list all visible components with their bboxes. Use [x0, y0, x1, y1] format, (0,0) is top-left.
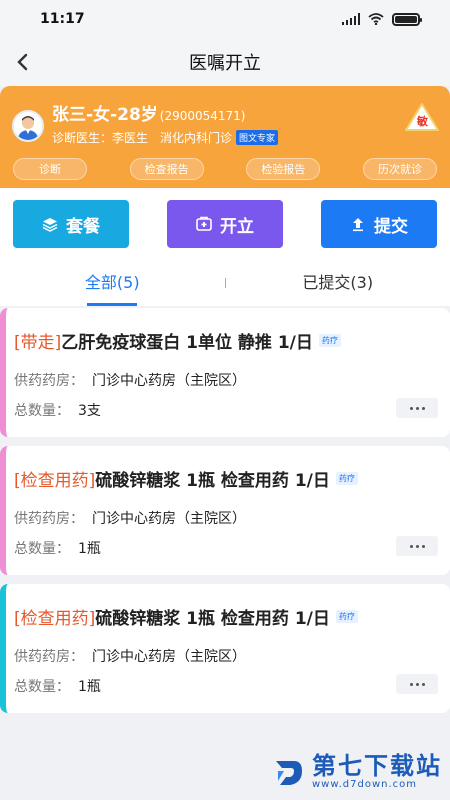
- quantity-row: 总数量： 3支: [14, 400, 101, 420]
- back-button[interactable]: [10, 50, 34, 74]
- pharmacy-label: 供药药房：: [14, 511, 84, 527]
- order-list: [带走] 乙肝免疫球蛋白 1单位 静推 1/日 药疗 供药药房： 门诊中心药房（主…: [0, 308, 450, 722]
- package-button[interactable]: 套餐: [13, 200, 129, 248]
- status-bar: 11:17: [0, 0, 450, 38]
- submit-button[interactable]: 提交: [321, 200, 437, 248]
- quantity-value: 3支: [78, 403, 101, 419]
- patient-name-text: 张三-女-28岁: [52, 105, 158, 125]
- create-label: 开立: [220, 216, 254, 237]
- status-icons: [342, 12, 422, 26]
- upload-icon: [353, 218, 363, 232]
- create-button[interactable]: 开立: [167, 200, 283, 248]
- submit-label: 提交: [374, 216, 408, 237]
- order-title: [检查用药] 硫酸锌糖浆 1瓶 检查用药 1/日 药疗: [14, 604, 358, 629]
- watermark-text: 第七下载站 www.d7down.com: [312, 753, 442, 790]
- doctor-info: 诊断医生：李医生: [52, 129, 148, 146]
- patient-info: 诊断医生：李医生 消化内科门诊 图文专家: [52, 129, 279, 146]
- quantity-label: 总数量：: [14, 541, 70, 557]
- medical-kit-icon: [196, 216, 212, 231]
- quantity-label: 总数量：: [14, 679, 70, 695]
- patient-name: 张三-女-28岁 (2900054171): [52, 100, 246, 125]
- order-card[interactable]: [检查用药] 硫酸锌糖浆 1瓶 检查用药 1/日 药疗 供药药房： 门诊中心药房（…: [0, 584, 450, 713]
- expert-badge: 图文专家: [236, 130, 279, 145]
- allergy-label: 敏: [417, 115, 428, 128]
- tab-submitted[interactable]: 已提交(3): [226, 260, 450, 306]
- order-card[interactable]: [带走] 乙肝免疫球蛋白 1单位 静推 1/日 药疗 供药药房： 门诊中心药房（主…: [0, 308, 450, 437]
- order-title: [带走] 乙肝免疫球蛋白 1单位 静推 1/日 药疗: [14, 328, 341, 353]
- more-button[interactable]: [396, 674, 438, 694]
- order-name: 硫酸锌糖浆 1瓶 检查用药 1/日: [95, 609, 330, 629]
- chevron-left-icon: [17, 53, 28, 71]
- site-logo-icon: [276, 760, 302, 785]
- status-time: 11:17: [40, 11, 85, 27]
- pharmacy-value: 门诊中心药房（主院区）: [92, 511, 246, 527]
- med-badge: 药疗: [335, 610, 358, 623]
- doctor-name: 李医生: [112, 131, 149, 145]
- pharmacy-row: 供药药房： 门诊中心药房（主院区）: [14, 370, 246, 390]
- more-dots-icon: [409, 682, 425, 686]
- doctor-avatar-icon: [18, 116, 38, 140]
- quantity-value: 1瓶: [78, 679, 101, 695]
- watermark-url: www.d7down.com: [312, 779, 418, 790]
- order-name: 乙肝免疫球蛋白 1单位 静推 1/日: [61, 333, 313, 353]
- quantity-row: 总数量： 1瓶: [14, 676, 101, 696]
- more-button[interactable]: [396, 536, 438, 556]
- order-card[interactable]: [检查用药] 硫酸锌糖浆 1瓶 检查用药 1/日 药疗 供药药房： 门诊中心药房（…: [0, 446, 450, 575]
- doctor-label: 诊断医生：: [52, 131, 113, 145]
- department: 消化内科门诊: [160, 131, 233, 145]
- more-dots-icon: [409, 406, 425, 410]
- order-tag: [带走]: [14, 333, 62, 353]
- med-badge: 药疗: [318, 334, 341, 347]
- quick-tabs: 诊断 检查报告 检验报告 历次就诊: [0, 158, 450, 180]
- battery-icon: [392, 12, 422, 26]
- filter-tabs: 全部(5) 已提交(3): [0, 260, 450, 306]
- layers-icon: [42, 218, 58, 232]
- pharmacy-value: 门诊中心药房（主院区）: [92, 373, 246, 389]
- quantity-row: 总数量： 1瓶: [14, 538, 101, 558]
- quantity-label: 总数量：: [14, 403, 70, 419]
- more-button[interactable]: [396, 398, 438, 418]
- med-badge: 药疗: [335, 472, 358, 485]
- avatar[interactable]: [12, 110, 44, 142]
- order-tag: [检查用药]: [14, 609, 96, 629]
- quick-tab-history[interactable]: 历次就诊: [362, 158, 437, 180]
- patient-id: (2900054171): [159, 109, 246, 123]
- page-title: 医嘱开立: [189, 53, 261, 74]
- quantity-value: 1瓶: [78, 541, 101, 557]
- wifi-icon: [368, 13, 384, 25]
- watermark: 第七下载站 www.d7down.com: [272, 753, 442, 790]
- signal-icon: [342, 13, 360, 25]
- package-label: 套餐: [66, 216, 100, 237]
- order-title: [检查用药] 硫酸锌糖浆 1瓶 检查用药 1/日 药疗: [14, 466, 358, 491]
- nav-bar: 医嘱开立: [0, 38, 450, 86]
- tab-all[interactable]: 全部(5): [0, 260, 225, 306]
- order-tag: [检查用药]: [14, 471, 96, 491]
- watermark-name: 第七下载站: [312, 752, 442, 780]
- quick-tab-diagnosis[interactable]: 诊断: [13, 158, 87, 180]
- pharmacy-value: 门诊中心药房（主院区）: [92, 649, 246, 665]
- more-dots-icon: [409, 544, 425, 548]
- quick-tab-lab-report[interactable]: 检验报告: [246, 158, 321, 180]
- pharmacy-row: 供药药房： 门诊中心药房（主院区）: [14, 646, 246, 666]
- pharmacy-label: 供药药房：: [14, 649, 84, 665]
- pharmacy-label: 供药药房：: [14, 373, 84, 389]
- action-bar: 套餐 开立 提交: [0, 188, 450, 260]
- order-name: 硫酸锌糖浆 1瓶 检查用药 1/日: [95, 471, 330, 491]
- quick-tab-exam-report[interactable]: 检查报告: [129, 158, 204, 180]
- pharmacy-row: 供药药房： 门诊中心药房（主院区）: [14, 508, 246, 528]
